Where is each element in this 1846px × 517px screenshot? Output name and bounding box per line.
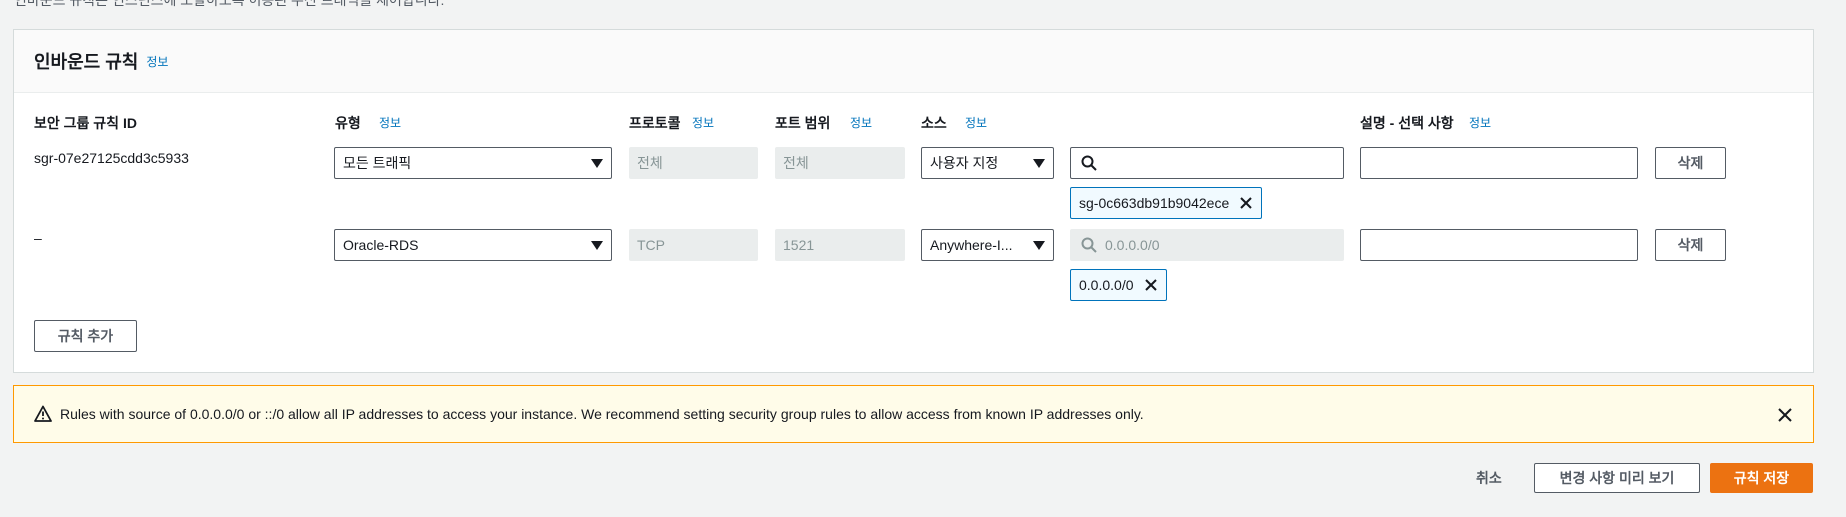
column-source: 소스: [921, 115, 947, 131]
delete-rule-button[interactable]: 삭제: [1655, 229, 1726, 261]
port-range-field: 1521: [775, 229, 905, 261]
alert-message: Rules with source of 0.0.0.0/0 or ::/0 a…: [60, 406, 1144, 422]
search-icon: [1081, 237, 1097, 253]
warning-icon: [34, 405, 52, 422]
protocol-field: TCP: [629, 229, 758, 261]
source-token: sg-0c663db91b9042ece: [1070, 187, 1263, 219]
protocol-field: 전체: [629, 147, 758, 179]
column-port-range: 포트 범위: [775, 115, 831, 131]
source-search-placeholder: 0.0.0.0/0: [1105, 237, 1160, 253]
delete-rule-button[interactable]: 삭제: [1655, 147, 1726, 179]
remove-token-icon[interactable]: [1144, 278, 1158, 292]
type-select[interactable]: Oracle-RDS: [334, 229, 612, 261]
type-select-value: 모든 트래픽: [343, 155, 412, 171]
source-token: 0.0.0.0/0: [1070, 269, 1167, 301]
save-rules-button[interactable]: 규칙 저장: [1710, 463, 1813, 493]
source-search-input[interactable]: [1070, 147, 1344, 179]
description-input[interactable]: [1360, 147, 1638, 179]
port-range-field: 전체: [775, 147, 905, 179]
search-icon: [1081, 155, 1097, 171]
source-select[interactable]: Anywhere-I...: [921, 229, 1054, 261]
source-search-input: 0.0.0.0/0: [1070, 229, 1344, 261]
source-token-label: 0.0.0.0/0: [1079, 277, 1134, 293]
source-select[interactable]: 사용자 지정: [921, 147, 1054, 179]
preview-changes-button[interactable]: 변경 사항 미리 보기: [1534, 463, 1700, 493]
add-rule-button[interactable]: 규칙 추가: [34, 320, 137, 352]
panel-title: 인바운드 규칙: [34, 52, 139, 72]
port-range-info-link[interactable]: 정보: [850, 114, 872, 131]
caret-down-icon: [591, 241, 603, 250]
close-icon[interactable]: [1777, 407, 1793, 423]
remove-token-icon[interactable]: [1239, 196, 1253, 210]
page-description: 인바운드 규칙은 인스턴스에 도달하도록 허용된 수신 트래픽을 제어합니다.: [14, 0, 445, 8]
cancel-button[interactable]: 취소: [1476, 462, 1502, 494]
type-select-value: Oracle-RDS: [343, 237, 419, 253]
type-info-link[interactable]: 정보: [379, 114, 401, 131]
caret-down-icon: [1033, 241, 1045, 250]
source-info-link[interactable]: 정보: [965, 114, 987, 131]
description-input[interactable]: [1360, 229, 1638, 261]
source-select-value: Anywhere-I...: [930, 237, 1013, 253]
panel-header: 인바운드 규칙 정보: [14, 30, 1813, 93]
protocol-info-link[interactable]: 정보: [692, 114, 714, 131]
warning-alert: Rules with source of 0.0.0.0/0 or ::/0 a…: [13, 385, 1814, 443]
panel-info-link[interactable]: 정보: [146, 53, 168, 70]
source-token-label: sg-0c663db91b9042ece: [1079, 195, 1230, 211]
column-type: 유형: [335, 115, 361, 131]
description-info-link[interactable]: 정보: [1469, 114, 1491, 131]
type-select[interactable]: 모든 트래픽: [334, 147, 612, 179]
column-protocol: 프로토콜: [629, 115, 681, 131]
rule-id: sgr-07e27125cdd3c5933: [34, 150, 189, 166]
caret-down-icon: [1033, 159, 1045, 168]
column-rule-id: 보안 그룹 규칙 ID: [34, 115, 137, 131]
source-select-value: 사용자 지정: [930, 155, 999, 171]
inbound-rules-panel: 인바운드 규칙 정보 보안 그룹 규칙 ID 유형 정보 프로토콜 정보 포트 …: [13, 29, 1814, 373]
rule-id: –: [34, 230, 42, 246]
caret-down-icon: [591, 159, 603, 168]
column-description: 설명 - 선택 사항: [1360, 115, 1454, 131]
